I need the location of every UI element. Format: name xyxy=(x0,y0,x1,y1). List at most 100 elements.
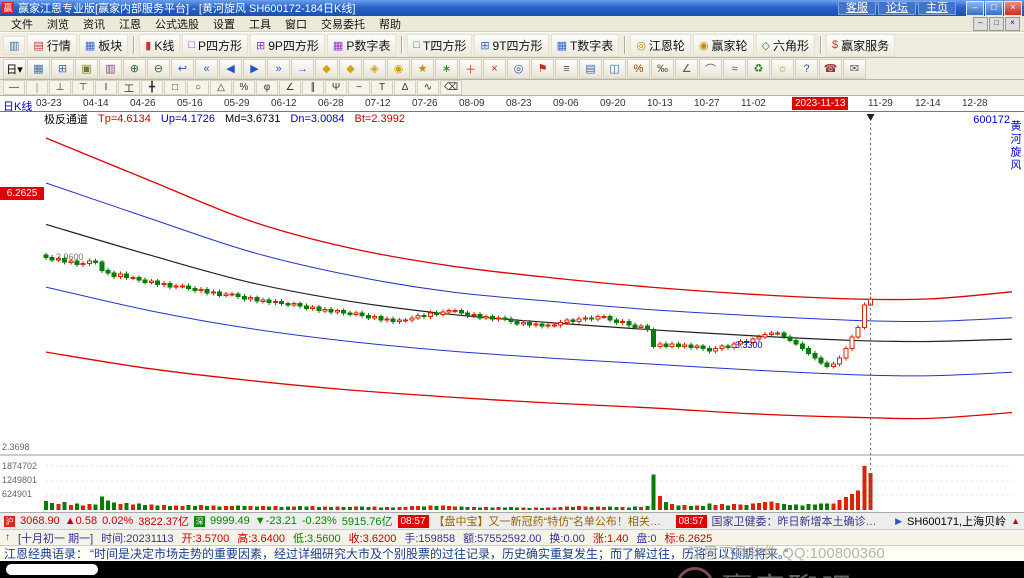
toolbar-button-9[interactable]: ▦T数字表 xyxy=(551,34,620,57)
percent-line-icon[interactable]: % xyxy=(233,80,255,95)
kline-svg[interactable] xyxy=(0,112,1024,512)
menu-item-9[interactable]: 交易委托 xyxy=(314,16,372,32)
flag-icon[interactable]: ⚑ xyxy=(531,59,554,79)
toolbar-button-10[interactable]: ◎江恩轮 xyxy=(630,34,691,57)
play-icon[interactable]: → xyxy=(291,59,314,79)
toolbar-button-11[interactable]: ◉赢家轮 xyxy=(693,34,754,57)
toolbar-button-6[interactable]: ▦P数字表 xyxy=(327,34,396,57)
ticker-play-icon[interactable]: ▶ xyxy=(895,516,902,527)
undo-icon[interactable]: ↩ xyxy=(171,59,194,79)
first-bar-icon[interactable]: « xyxy=(195,59,218,79)
phone-icon[interactable]: ☎ xyxy=(819,59,842,79)
tline-top-tool-icon[interactable]: ⊤ xyxy=(72,80,94,95)
menu-item-2[interactable]: 浏览 xyxy=(40,16,76,32)
sh-index-icon[interactable]: 沪 xyxy=(4,516,15,527)
crosshair-tool-icon[interactable]: ╋ xyxy=(141,80,163,95)
target-icon[interactable]: ◎ xyxy=(507,59,530,79)
hline-tool-icon[interactable]: ― xyxy=(3,80,25,95)
split-view-icon[interactable]: ◫ xyxy=(603,59,626,79)
candle-body xyxy=(503,318,507,319)
save-icon[interactable]: ▣ xyxy=(75,59,98,79)
mail-icon[interactable]: ✉ xyxy=(843,59,866,79)
mdi-close-button[interactable]: × xyxy=(1005,17,1020,31)
minimize-button[interactable]: – xyxy=(966,1,984,16)
board-icon[interactable]: ▦ xyxy=(27,59,50,79)
star-tool-icon[interactable]: ★ xyxy=(411,59,434,79)
angle-icon[interactable]: ∠ xyxy=(675,59,698,79)
recycle-icon[interactable]: ♻ xyxy=(747,59,770,79)
asterisk-tool-icon[interactable]: ∗ xyxy=(435,59,458,79)
titlebar-link-3[interactable]: 主页 xyxy=(918,1,956,15)
layers-icon[interactable]: ≡ xyxy=(555,59,578,79)
toolbar-button-5[interactable]: ⊞9P四方形 xyxy=(250,34,325,57)
permille-icon[interactable]: ‰ xyxy=(651,59,674,79)
ruler-tool-icon[interactable]: ∆ xyxy=(394,80,416,95)
news-item[interactable]: 【盘中宝】又一新冠药“特仿”名单公布！相关原料药需... xyxy=(434,513,671,529)
wave-tool-icon[interactable]: ~ xyxy=(348,80,370,95)
menu-item-1[interactable]: 文件 xyxy=(4,16,40,32)
menu-item-7[interactable]: 工具 xyxy=(242,16,278,32)
menu-item-10[interactable]: 帮助 xyxy=(372,16,408,32)
menu-item-5[interactable]: 公式选股 xyxy=(148,16,206,32)
pitchfork-tool-icon[interactable]: Ψ xyxy=(325,80,347,95)
fib-tool-icon[interactable]: φ xyxy=(256,80,278,95)
cross-tool-icon[interactable]: ＋ xyxy=(459,59,482,79)
vline-tool-icon[interactable]: ｜ xyxy=(26,80,48,95)
last-bar-icon[interactable]: » xyxy=(267,59,290,79)
gann-fan-icon[interactable]: ◈ xyxy=(363,59,386,79)
zoom-out-icon[interactable]: ⊖ xyxy=(147,59,170,79)
toolbar-button-13[interactable]: $赢家服务 xyxy=(826,34,895,57)
titlebar-link-2[interactable]: 论坛 xyxy=(878,1,916,15)
help-icon[interactable]: ? xyxy=(795,59,818,79)
sz-index-icon[interactable]: 深 xyxy=(194,516,205,527)
rect-tool-icon[interactable]: □ xyxy=(164,80,186,95)
gann-wheel-icon[interactable]: ◉ xyxy=(387,59,410,79)
delete-tool-icon[interactable]: × xyxy=(483,59,506,79)
toolbar-button-7[interactable]: □T四方形 xyxy=(407,34,472,57)
next-bar-icon[interactable]: ▶ xyxy=(243,59,266,79)
period-day-selector[interactable]: 日▾ xyxy=(3,59,26,79)
menu-item-6[interactable]: 设置 xyxy=(206,16,242,32)
circle-tool-icon[interactable]: ○ xyxy=(187,80,209,95)
zigzag-tool-icon[interactable]: ∿ xyxy=(417,80,439,95)
window-icon[interactable]: ⊞ xyxy=(51,59,74,79)
news-item[interactable]: 国家卫健委：昨日新增本土确诊病例23... xyxy=(712,513,886,529)
scroll-up-icon[interactable]: ▲ xyxy=(1011,516,1020,526)
menu-item-3[interactable]: 资讯 xyxy=(76,16,112,32)
titlebar-link-1[interactable]: 客服 xyxy=(838,1,876,15)
gann-square-icon[interactable]: ◆ xyxy=(315,59,338,79)
prev-bar-icon[interactable]: ◀ xyxy=(219,59,242,79)
toolbar-button-12[interactable]: ◇六角形 xyxy=(756,34,815,57)
sun-icon[interactable]: ☼ xyxy=(771,59,794,79)
mdi-minimize-button[interactable]: – xyxy=(973,17,988,31)
beam-tool-icon[interactable]: 工 xyxy=(118,80,140,95)
toolbar-button-2[interactable]: ▦板块 xyxy=(79,34,128,57)
chart-area[interactable]: 极反通道Tp=4.6134Up=4.1726Md=3.6731Dn=3.0084… xyxy=(0,112,1024,512)
toolbar-button-8[interactable]: ⊞9T四方形 xyxy=(474,34,548,57)
ticker-stock[interactable]: SH600171,上海贝岭 xyxy=(907,513,1006,529)
tline-bottom-tool-icon[interactable]: ⊥ xyxy=(49,80,71,95)
menu-item-8[interactable]: 窗口 xyxy=(278,16,314,32)
toolbar-button-3[interactable]: ▮K线 xyxy=(139,34,180,57)
eraser-tool-icon[interactable]: ⌫ xyxy=(440,80,462,95)
angle-line-icon[interactable]: ∠ xyxy=(279,80,301,95)
arc-icon[interactable]: ⌒ xyxy=(699,59,722,79)
gann-box-icon[interactable]: ◆ xyxy=(339,59,362,79)
zoom-in-icon[interactable]: ⊕ xyxy=(123,59,146,79)
toolbar-button-4[interactable]: □P四方形 xyxy=(182,34,248,57)
table-icon[interactable]: ▤ xyxy=(579,59,602,79)
mdi-maximize-button[interactable]: □ xyxy=(989,17,1004,31)
task-pill[interactable] xyxy=(6,564,98,575)
menu-item-4[interactable]: 江恩 xyxy=(112,16,148,32)
layout-grid-button[interactable]: ▥ xyxy=(3,36,25,55)
percent-icon[interactable]: % xyxy=(627,59,650,79)
close-button[interactable]: × xyxy=(1004,1,1022,16)
ibeam-tool-icon[interactable]: I xyxy=(95,80,117,95)
maximize-button[interactable]: □ xyxy=(985,1,1003,16)
wave-icon[interactable]: ≈ xyxy=(723,59,746,79)
triangle-tool-icon[interactable]: △ xyxy=(210,80,232,95)
chart-type-icon[interactable]: ▥ xyxy=(99,59,122,79)
toolbar-button-1[interactable]: ▤行情 xyxy=(27,34,76,57)
text-tool-icon[interactable]: T xyxy=(371,80,393,95)
channel-tool-icon[interactable]: ∥ xyxy=(302,80,324,95)
